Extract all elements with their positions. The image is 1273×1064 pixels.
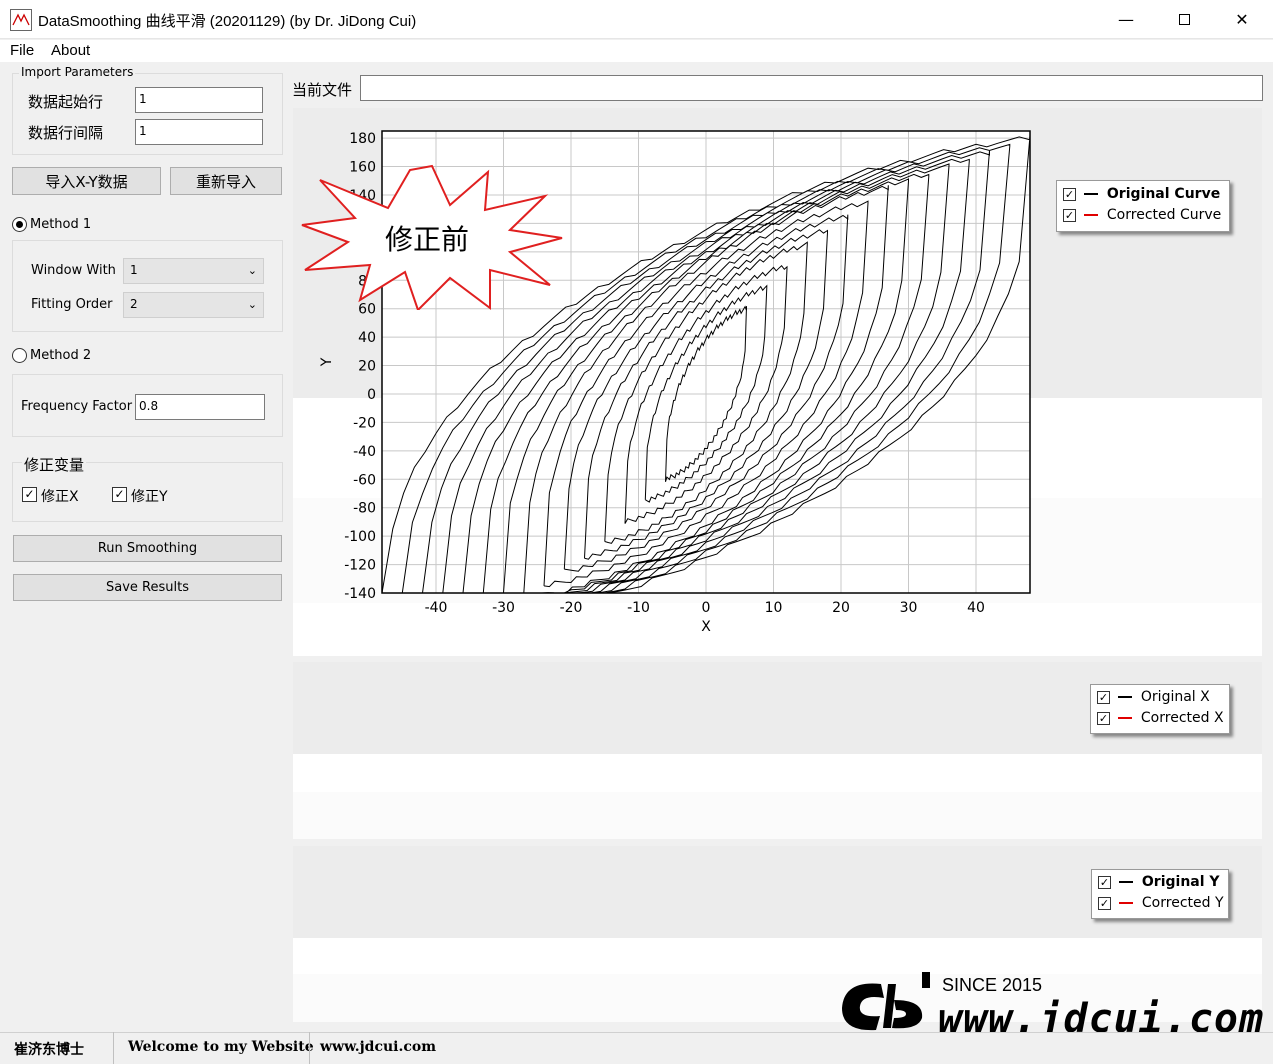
status-site[interactable]: www.jdcui.com (320, 1039, 436, 1055)
legend-label-original-x: Original X (1140, 689, 1210, 705)
legend-label-corrected-x: Corrected X (1140, 710, 1224, 726)
line-swatch-red (1084, 214, 1099, 216)
y-tick-label: -100 (344, 529, 376, 545)
y-tick-label: 180 (349, 131, 376, 147)
y-axis-label: Y (319, 357, 335, 367)
x-tick-label: 0 (702, 600, 711, 616)
legend-row-original-y[interactable]: ✓ Original Y (1098, 874, 1220, 890)
checkbox-icon[interactable]: ✓ (1097, 691, 1110, 704)
legend-row-corrected-x[interactable]: ✓ Corrected X (1097, 710, 1224, 726)
watermark-since: SINCE 2015 (942, 975, 1043, 995)
legend-label-original-curve: Original Curve (1106, 186, 1221, 202)
y-tick-label: 40 (358, 330, 376, 346)
x-tick-label: -30 (492, 600, 515, 616)
legend-row-corrected-curve[interactable]: ✓ Corrected Curve (1063, 207, 1221, 223)
x-axis-label: X (701, 619, 711, 635)
callout-text: 修正前 (385, 223, 470, 256)
status-separator (113, 1032, 114, 1064)
legend-row-corrected-y[interactable]: ✓ Corrected Y (1098, 895, 1224, 911)
xy-legend: ✓ Original Curve ✓ Corrected Curve (1056, 180, 1230, 232)
status-name: 崔济东博士 (14, 1042, 84, 1058)
y-tick-label: -40 (353, 444, 376, 460)
line-swatch-black (1118, 696, 1133, 698)
x-tick-label: 40 (967, 600, 985, 616)
y-tick-label: -120 (344, 558, 376, 574)
x-tick-label: 20 (832, 600, 850, 616)
x-tick-label: -10 (627, 600, 650, 616)
checkbox-icon[interactable]: ✓ (1063, 209, 1076, 222)
line-swatch-red (1119, 902, 1134, 904)
y-tick-label: -140 (344, 586, 376, 602)
checkbox-icon[interactable]: ✓ (1098, 897, 1111, 910)
x-tick-label: 30 (900, 600, 918, 616)
status-bar: 崔济东博士 Welcome to my Website www.jdcui.co… (0, 1032, 1273, 1064)
x-tick-label: -20 (560, 600, 583, 616)
line-swatch-red (1118, 717, 1133, 719)
y-tick-label: -20 (353, 415, 376, 431)
status-separator (309, 1032, 310, 1064)
legend-row-original-x[interactable]: ✓ Original X (1097, 689, 1210, 705)
legend-row-original-curve[interactable]: ✓ Original Curve (1063, 186, 1220, 202)
line-swatch-black (1084, 193, 1099, 195)
checkbox-icon[interactable]: ✓ (1097, 712, 1110, 725)
x-tick-label: 10 (765, 600, 783, 616)
cd-logo (842, 972, 930, 1031)
y-tick-label: 0 (367, 387, 376, 403)
y-tick-label: -80 (353, 501, 376, 517)
legend-label-original-y: Original Y (1141, 874, 1220, 890)
step-y-legend: ✓ Original Y ✓ Corrected Y (1091, 869, 1229, 919)
y-tick-label: -60 (353, 472, 376, 488)
line-swatch-black (1119, 881, 1134, 883)
checkbox-icon[interactable]: ✓ (1098, 876, 1111, 889)
legend-label-corrected-y: Corrected Y (1141, 895, 1224, 911)
x-tick-label: -40 (425, 600, 448, 616)
legend-label-corrected-curve: Corrected Curve (1106, 207, 1222, 223)
checkbox-icon[interactable]: ✓ (1063, 188, 1076, 201)
status-welcome[interactable]: Welcome to my Website (128, 1039, 314, 1055)
step-x-legend: ✓ Original X ✓ Corrected X (1090, 684, 1230, 734)
y-tick-label: 20 (358, 359, 376, 375)
